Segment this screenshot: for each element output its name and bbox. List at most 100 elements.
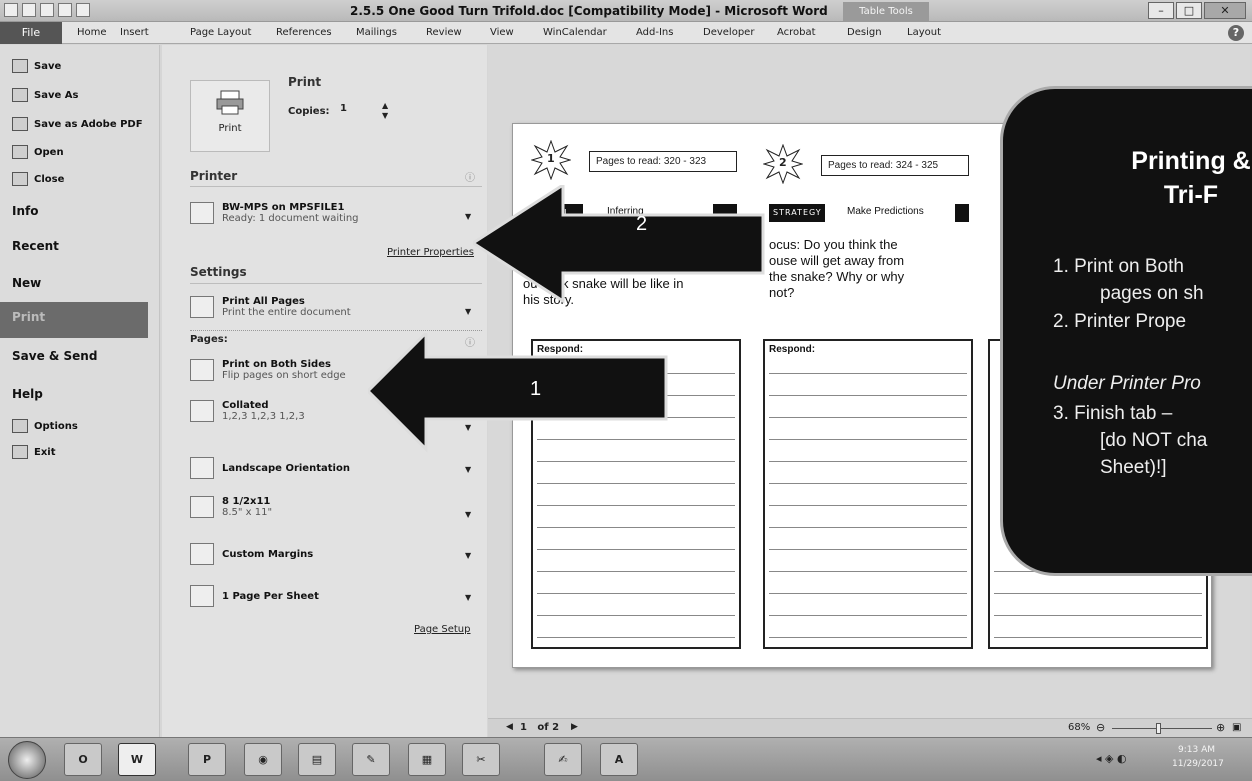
- window-title: 2.5.5 One Good Turn Trifold.doc [Compati…: [350, 4, 828, 18]
- clock-time[interactable]: 9:13 AM: [1178, 745, 1215, 755]
- nav-help[interactable]: Help: [12, 387, 43, 401]
- taskbar-word[interactable]: W: [118, 743, 156, 776]
- nav-info[interactable]: Info: [12, 204, 38, 218]
- nav-recent[interactable]: Recent: [12, 239, 59, 253]
- print-heading: Print: [288, 75, 322, 89]
- next-page-icon[interactable]: ▶: [571, 722, 578, 732]
- save-icon: [12, 59, 28, 73]
- setting-orientation[interactable]: Landscape Orientation: [190, 457, 480, 479]
- tab-review[interactable]: Review: [426, 27, 462, 38]
- qat-undo-icon[interactable]: [40, 3, 54, 17]
- printer-name: BW-MPS on MPSFILE1: [222, 202, 345, 213]
- overlay-step-3-end: Sheet)!]: [1100, 457, 1167, 478]
- chevron-down-icon[interactable]: ▼: [465, 510, 471, 519]
- network-printer-icon: [190, 202, 214, 224]
- setting-margins[interactable]: Custom Margins: [190, 543, 480, 565]
- word-app-icon[interactable]: [4, 3, 18, 17]
- copies-input[interactable]: 1: [338, 103, 382, 119]
- taskbar-calculator[interactable]: ▦: [408, 743, 446, 776]
- tab-mailings[interactable]: Mailings: [356, 27, 397, 38]
- clock-date[interactable]: 11/29/2017: [1172, 759, 1224, 769]
- printer-properties-link[interactable]: Printer Properties: [387, 247, 474, 258]
- setting-print-all-pages[interactable]: Print All Pages Print the entire document: [190, 296, 480, 318]
- qat-redo-icon[interactable]: [58, 3, 72, 17]
- page-setup-link[interactable]: Page Setup: [414, 624, 471, 635]
- overlay-step-1-cont: pages on sh: [1100, 283, 1204, 304]
- callout-arrow-2-number: 2: [636, 213, 648, 235]
- nav-save[interactable]: Save: [12, 59, 61, 73]
- zoom-slider-thumb[interactable]: [1156, 723, 1161, 734]
- nav-exit[interactable]: Exit: [12, 445, 56, 459]
- page-indicator[interactable]: 1 of 2: [520, 722, 559, 733]
- callout-arrow-2: [473, 185, 765, 304]
- respond-box: Respond:: [763, 339, 973, 649]
- printer-dropdown[interactable]: BW-MPS on MPSFILE1 Ready: 1 document wait…: [190, 202, 480, 224]
- setting-paper-size[interactable]: 8 1/2x11 8.5" x 11": [190, 496, 480, 518]
- tab-add-ins[interactable]: Add-Ins: [636, 27, 673, 38]
- qat-save-icon[interactable]: [22, 3, 36, 17]
- zoom-out-icon[interactable]: ⊖: [1096, 721, 1105, 734]
- nav-open[interactable]: Open: [12, 145, 64, 159]
- nav-close[interactable]: Close: [12, 172, 64, 186]
- nav-save-send[interactable]: Save & Send: [12, 349, 97, 363]
- tray-icons[interactable]: ◂ ◈ ◐: [1096, 752, 1127, 765]
- tab-references[interactable]: References: [276, 27, 332, 38]
- help-icon[interactable]: ?: [1228, 25, 1244, 41]
- landscape-icon: [190, 457, 214, 479]
- qat-customize-icon[interactable]: [76, 3, 90, 17]
- nav-save-as-pdf[interactable]: Save as Adobe PDF: [12, 117, 143, 131]
- taskbar-files[interactable]: ▤: [298, 743, 336, 776]
- tab-developer[interactable]: Developer: [703, 27, 754, 38]
- zoom-slider-track[interactable]: [1112, 728, 1212, 729]
- tab-design[interactable]: Design: [847, 27, 882, 38]
- overlay-step-1: 1. Print on Both: [1053, 256, 1184, 277]
- taskbar-snip[interactable]: ✂: [462, 743, 500, 776]
- margins-icon: [190, 543, 214, 565]
- prev-page-icon[interactable]: ◀: [506, 722, 513, 732]
- printer-dropdown-arrow[interactable]: ▼: [465, 212, 471, 221]
- taskbar-chrome[interactable]: ◉: [244, 743, 282, 776]
- chevron-down-icon[interactable]: ▼: [465, 465, 471, 474]
- tab-view[interactable]: View: [490, 27, 514, 38]
- taskbar-notes[interactable]: ✍: [544, 743, 582, 776]
- chevron-down-icon[interactable]: ▼: [465, 551, 471, 560]
- start-button[interactable]: [8, 741, 46, 779]
- nav-options-label: Options: [34, 420, 78, 432]
- copies-spinner[interactable]: ▲ ▼: [382, 101, 388, 121]
- taskbar-paint[interactable]: ✎: [352, 743, 390, 776]
- tab-file[interactable]: File: [0, 22, 62, 44]
- zoom-to-page-icon[interactable]: ▣: [1232, 722, 1241, 733]
- tab-layout[interactable]: Layout: [907, 27, 941, 38]
- chevron-down-icon[interactable]: ▼: [465, 593, 471, 602]
- taskbar-publisher[interactable]: P: [188, 743, 226, 776]
- chevron-down-icon[interactable]: ▼: [465, 307, 471, 316]
- print-button[interactable]: Print: [190, 80, 270, 152]
- strategy-tag: STRATEGY: [773, 208, 822, 217]
- nav-save-as-label: Save As: [34, 89, 79, 101]
- nav-options[interactable]: Options: [12, 419, 78, 433]
- nav-save-as[interactable]: Save As: [12, 88, 78, 102]
- tab-acrobat[interactable]: Acrobat: [777, 27, 816, 38]
- collate-icon: [190, 400, 214, 422]
- folder-close-icon: [12, 172, 28, 186]
- tab-insert[interactable]: Insert: [120, 27, 149, 38]
- zoom-in-icon[interactable]: ⊕: [1216, 721, 1225, 734]
- tab-wincalendar[interactable]: WinCalendar: [543, 27, 607, 38]
- setting-pages-per-sheet[interactable]: 1 Page Per Sheet: [190, 585, 480, 607]
- setting-title: 8 1/2x11: [222, 496, 271, 507]
- taskbar-acrobat[interactable]: A: [600, 743, 638, 776]
- minimize-button[interactable]: –: [1148, 2, 1174, 19]
- overlay-step-3: 3. Finish tab –: [1053, 403, 1173, 424]
- maximize-button[interactable]: □: [1176, 2, 1202, 19]
- tab-page-layout[interactable]: Page Layout: [190, 27, 251, 38]
- nav-new[interactable]: New: [12, 276, 41, 290]
- printer-info-icon[interactable]: ⓘ: [465, 169, 475, 184]
- pdf-icon: [12, 117, 28, 131]
- printer-status: Ready: 1 document waiting: [222, 213, 359, 224]
- taskbar-outlook[interactable]: O: [64, 743, 102, 776]
- close-button[interactable]: ✕: [1204, 2, 1246, 19]
- tab-home[interactable]: Home: [77, 27, 107, 38]
- setting-sub: 1,2,3 1,2,3 1,2,3: [222, 411, 305, 422]
- title-bar: 2.5.5 One Good Turn Trifold.doc [Compati…: [0, 0, 1252, 22]
- quick-access-toolbar: [4, 3, 90, 17]
